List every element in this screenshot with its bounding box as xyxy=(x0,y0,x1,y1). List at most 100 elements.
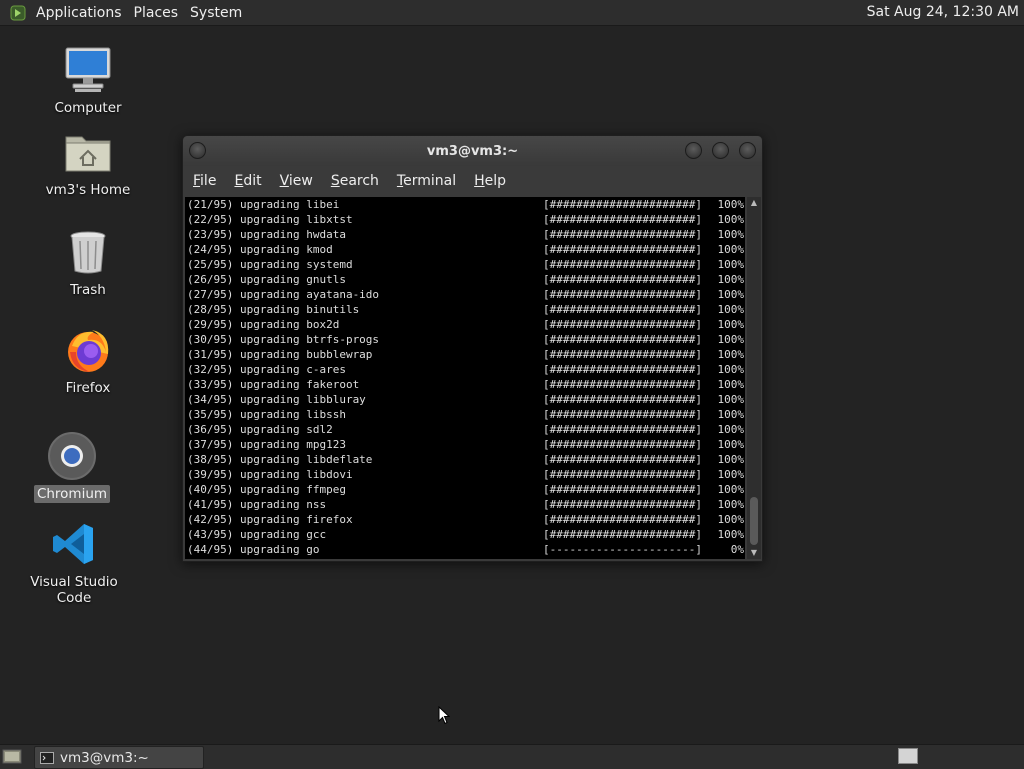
terminal-line-text: (30/95) upgrading btrfs-progs xyxy=(187,333,380,346)
terminal-icon xyxy=(40,751,54,764)
terminal-line-text: (37/95) upgrading mpg123 xyxy=(187,438,346,451)
menu-places[interactable]: Places xyxy=(128,5,185,21)
maximize-button[interactable] xyxy=(712,142,729,159)
terminal-line-text: (28/95) upgrading binutils xyxy=(187,303,360,316)
terminal-line-text: (22/95) upgrading libxtst xyxy=(187,213,353,226)
progress-bar-text: [######################] xyxy=(543,303,702,316)
terminal-line-text: (21/95) upgrading libei xyxy=(187,198,340,211)
terminal-line: (35/95) upgrading libssh [###############… xyxy=(185,407,745,422)
terminal-line: (42/95) upgrading firefox [##############… xyxy=(185,512,745,527)
terminal-line: (29/95) upgrading box2d [################… xyxy=(185,317,745,332)
taskbar-window-terminal[interactable]: vm3@vm3:~ xyxy=(34,746,204,769)
progress-percent: 100% xyxy=(717,198,745,211)
menu-applications[interactable]: Applications xyxy=(30,5,128,21)
progress-percent: 100% xyxy=(717,303,745,316)
terminal-line: (34/95) upgrading libbluray [############… xyxy=(185,392,745,407)
menu-system[interactable]: System xyxy=(184,5,248,21)
terminal-line-text: (29/95) upgrading box2d xyxy=(187,318,340,331)
show-desktop-icon[interactable] xyxy=(2,748,22,765)
computer-icon xyxy=(65,47,111,92)
progress-percent: 100% xyxy=(717,213,745,226)
chromium-icon xyxy=(48,432,96,480)
desktop-icon-label: Chromium xyxy=(33,485,111,503)
progress-bar-text: [######################] xyxy=(543,243,702,256)
progress-percent: 100% xyxy=(717,438,745,451)
terminal-line-text: (32/95) upgrading c-ares xyxy=(187,363,346,376)
progress-bar-text: [######################] xyxy=(543,438,702,451)
terminal-line: (24/95) upgrading kmod [#################… xyxy=(185,242,745,257)
desktop-icon-home[interactable]: vm3's Home xyxy=(28,127,148,199)
progress-percent: 100% xyxy=(717,333,745,346)
progress-percent: 100% xyxy=(717,348,745,361)
desktop-icon-trash[interactable]: Trash xyxy=(28,227,148,299)
progress-percent: 100% xyxy=(717,318,745,331)
desktop-icon-label: Trash xyxy=(70,282,106,298)
progress-percent: 100% xyxy=(717,453,745,466)
vscode-icon xyxy=(53,524,93,564)
terminal-line: (28/95) upgrading binutils [#############… xyxy=(185,302,745,317)
progress-bar-text: [######################] xyxy=(543,363,702,376)
progress-percent: 100% xyxy=(717,393,745,406)
menu-terminal[interactable]: Terminal xyxy=(391,173,462,189)
menu-file[interactable]: File xyxy=(187,173,222,189)
terminal-line-text: (26/95) upgrading gnutls xyxy=(187,273,346,286)
progress-percent: 100% xyxy=(717,258,745,271)
menu-search[interactable]: Search xyxy=(325,173,385,189)
terminal-line-text: (40/95) upgrading ffmpeg xyxy=(187,483,346,496)
desktop-icon-label: Computer xyxy=(54,100,122,116)
close-button[interactable] xyxy=(739,142,756,159)
desktop-icon-computer[interactable]: Computer xyxy=(28,45,148,117)
terminal-line: (41/95) upgrading nss [##################… xyxy=(185,497,745,512)
minimize-button[interactable] xyxy=(685,142,702,159)
workspace-switcher[interactable] xyxy=(898,748,918,764)
firefox-icon xyxy=(68,330,109,372)
terminal-line: (23/95) upgrading hwdata [###############… xyxy=(185,227,745,242)
terminal-line: (43/95) upgrading gcc [##################… xyxy=(185,527,745,542)
progress-percent: 100% xyxy=(717,288,745,301)
mouse-cursor-icon xyxy=(438,706,450,725)
progress-bar-text: [######################] xyxy=(543,513,702,526)
bottom-panel: vm3@vm3:~ xyxy=(0,744,1024,769)
scrollbar-thumb[interactable] xyxy=(750,497,758,545)
progress-bar-text: [######################] xyxy=(543,423,702,436)
progress-bar-text: [######################] xyxy=(543,213,702,226)
scroll-up-arrow-icon[interactable]: ▲ xyxy=(747,197,761,209)
terminal-line: (27/95) upgrading ayatana-ido [##########… xyxy=(185,287,745,302)
trash-icon xyxy=(70,231,106,274)
progress-bar-text: [######################] xyxy=(543,393,702,406)
terminal-line-text: (43/95) upgrading gcc xyxy=(187,528,327,541)
progress-bar-text: [######################] xyxy=(543,228,702,241)
terminal-line: (25/95) upgrading systemd [##############… xyxy=(185,257,745,272)
desktop-icon-firefox[interactable]: Firefox xyxy=(28,325,148,397)
terminal-line-text: (39/95) upgrading libdovi xyxy=(187,468,353,481)
scroll-down-arrow-icon[interactable]: ▼ xyxy=(747,547,761,559)
terminal-menubar: File Edit View Search Terminal Help xyxy=(183,166,762,196)
terminal-line: (38/95) upgrading libdeflate [###########… xyxy=(185,452,745,467)
menu-view[interactable]: View xyxy=(274,173,319,189)
terminal-window[interactable]: vm3@vm3:~ File Edit View Search Terminal… xyxy=(182,135,763,562)
clock[interactable]: Sat Aug 24, 12:30 AM xyxy=(867,4,1019,20)
terminal-line-text: (38/95) upgrading libdeflate xyxy=(187,453,373,466)
terminal-line: (31/95) upgrading bubblewrap [###########… xyxy=(185,347,745,362)
terminal-line-text: (36/95) upgrading sdl2 xyxy=(187,423,333,436)
applications-logo-icon[interactable] xyxy=(10,5,26,21)
progress-bar-text: [######################] xyxy=(543,483,702,496)
progress-bar-text: [######################] xyxy=(543,453,702,466)
progress-percent: 100% xyxy=(717,378,745,391)
progress-bar-text: [######################] xyxy=(543,468,702,481)
terminal-scrollbar[interactable]: ▲ ▼ xyxy=(747,197,761,559)
terminal-line-text: (25/95) upgrading systemd xyxy=(187,258,353,271)
progress-bar-text: [######################] xyxy=(543,288,702,301)
progress-bar-text: [######################] xyxy=(543,198,702,211)
window-titlebar[interactable]: vm3@vm3:~ xyxy=(183,136,762,166)
menu-edit[interactable]: Edit xyxy=(228,173,267,189)
terminal-line: (32/95) upgrading c-ares [###############… xyxy=(185,362,745,377)
menu-help[interactable]: Help xyxy=(468,173,512,189)
desktop-icon-vscode[interactable]: Visual Studio Code xyxy=(14,519,134,607)
terminal-line: (22/95) upgrading libxtst [##############… xyxy=(185,212,745,227)
desktop-icon-label: Firefox xyxy=(65,380,111,396)
terminal-output[interactable]: (21/95) upgrading libei [################… xyxy=(185,197,745,559)
progress-percent: 100% xyxy=(717,243,745,256)
terminal-line-text: (44/95) upgrading go xyxy=(187,543,320,556)
desktop-icon-chromium[interactable]: Chromium xyxy=(12,431,132,503)
